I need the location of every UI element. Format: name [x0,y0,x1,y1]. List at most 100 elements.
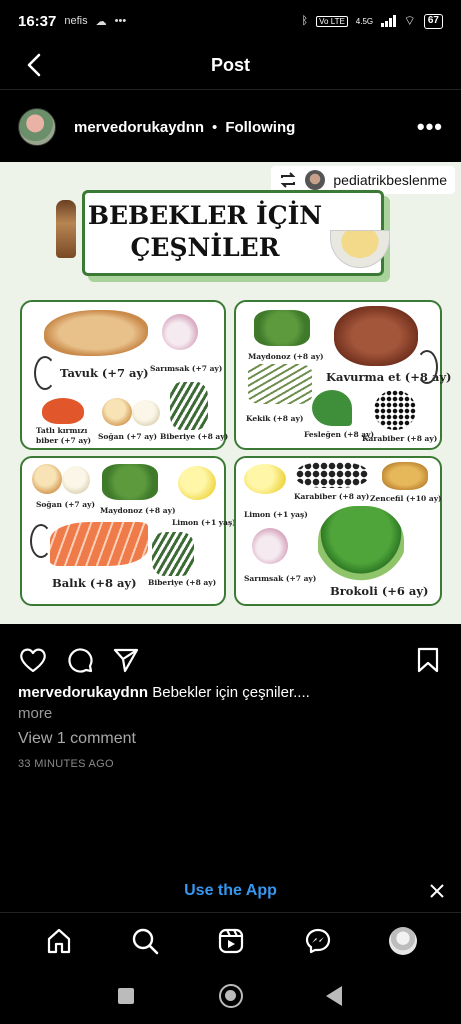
peppercorns-illustration [296,462,368,488]
post-author-row: mervedorukaydnn • Following ••• [0,92,461,162]
onion-illustration [32,464,62,494]
panel1-main-label: Tavuk (+7 ay) [60,366,149,380]
network-type: 4.5G [355,16,374,26]
recent-apps-icon[interactable] [118,988,134,1004]
use-app-link[interactable]: Use the App [184,882,277,900]
panel-fish: Soğan (+7 ay) Maydonoz (+8 ay) Limon (+1… [20,456,236,606]
broccoli-illustration [318,506,404,584]
caption-text: Bebekler için çeşniler.... [152,684,310,701]
panel3-item-parsley: Maydonoz (+8 ay) [100,506,176,515]
messenger-icon[interactable] [304,927,332,955]
curved-arrow-icon [416,350,438,384]
panel-meat: Maydonoz (+8 ay) Kavurma et (+8 ay) Keki… [234,300,451,450]
view-comments-link[interactable]: View 1 comment [18,730,136,748]
panel2-item-thyme: Kekik (+8 ay) [246,414,304,423]
overflow-dots-icon: ••• [114,15,127,27]
volte-badge: Vo LTE [316,15,348,27]
panel4-item-black-pepper: Karabiber (+8 ay) [294,492,370,501]
panel4-item-lemon: Limon (+1 yaş) [244,510,308,519]
profile-avatar-tab[interactable] [389,927,417,955]
lemon-illustration [244,464,286,494]
panel2-item-black-pepper: Karabiber (+8 ay) [362,434,438,443]
like-heart-icon[interactable] [18,646,48,674]
garlic-illustration [162,314,198,350]
panel4-item-garlic: Sarımsak (+7 ay) [244,574,317,583]
curved-arrow-icon [34,356,56,390]
battery-icon: 67 [423,13,443,29]
nefis-app-icon: nefis [64,15,88,27]
panel3-item-rosemary: Biberiye (+8 ay) [148,578,217,587]
basil-illustration [312,390,352,426]
share-paper-plane-icon[interactable] [112,646,140,674]
panel1-item-red-pepper-1: Tatlı kırmızı [36,426,88,435]
author-avatar[interactable] [18,108,56,146]
system-icons: ᛒ Vo LTE 4.5G ⌔ 67 [302,13,443,29]
panel-chicken: Tavuk (+7 ay) Sarımsak (+7 ay) Tatlı kır… [20,300,229,450]
infographic-title-line2: ÇEŞNİLER [130,233,280,262]
panel3-item-lemon: Limon (+1 yaş) [172,518,236,527]
panel4-main-label: Brokoli (+6 ay) [330,584,429,598]
thyme-illustration [248,364,312,404]
wifi-icon: ⌔ [403,13,416,28]
lemon-illustration [178,466,216,500]
source-avatar [305,170,326,190]
bottom-tab-bar [0,912,461,968]
ginger-illustration [382,462,428,490]
parsley-illustration [102,464,158,500]
panel1-item-red-pepper-2: biber (+7 ay) [36,436,92,445]
meat-illustration [334,306,418,366]
cloud-icon: ☁ [95,15,107,28]
parsley-illustration [254,310,310,346]
rosemary-illustration [152,532,194,576]
white-onion-illustration [62,466,90,494]
chicken-illustration [44,310,148,356]
back-arrow-icon[interactable] [22,52,48,78]
caption-username[interactable]: mervedorukaydnn [18,684,148,701]
panel4-item-ginger: Zencefil (+10 ay) [370,494,442,503]
back-triangle-icon[interactable] [326,986,342,1006]
panel3-item-onion: Soğan (+7 ay) [36,500,96,509]
post-image[interactable]: pediatrikbeslenme BEBEKLER İÇİN ÇEŞNİLER… [0,162,461,624]
home-circle-icon[interactable] [219,984,243,1008]
close-icon[interactable] [427,881,447,901]
panel1-item-onion: Soğan (+7 ay) [98,432,158,441]
salmon-illustration [50,522,148,566]
reels-icon[interactable] [217,927,245,955]
source-account-name: pediatrikbeslenme [333,172,447,188]
page-title: Post [210,55,250,75]
status-time: 16:37 [18,12,57,30]
panel2-item-parsley: Maydonoz (+8 ay) [248,352,324,361]
white-onion-illustration [132,400,160,426]
separator-dot: • [212,118,218,136]
comment-bubble-icon[interactable] [66,646,94,674]
use-app-banner: Use the App [0,872,461,910]
panel3-main-label: Balık (+8 ay) [52,576,137,590]
garlic-illustration [252,528,288,564]
signal-icon [381,15,396,27]
black-pepper-illustration [374,390,416,430]
notification-icons: nefis ☁ ••• [64,15,126,28]
caption-more-link[interactable]: more [18,705,52,722]
red-pepper-illustration [42,398,84,424]
author-username[interactable]: mervedorukaydnn [74,119,204,136]
post-timestamp: 33 MINUTES AGO [18,758,114,770]
search-icon[interactable] [131,927,159,955]
more-options-icon[interactable]: ••• [417,114,443,140]
post-caption: mervedorukaydnn Bebekler için çeşniler..… [18,684,310,701]
post-header: Post [0,42,461,90]
onion-illustration [102,398,132,426]
panel1-item-rosemary: Biberiye (+8 ay) [160,432,229,441]
infographic-title-line1: BEBEKLER İÇİN [87,201,323,230]
post-actions [0,638,461,682]
home-icon[interactable] [45,927,73,955]
pepper-mill-icon [56,200,76,258]
rosemary-illustration [170,382,208,430]
repost-icon [280,172,296,188]
following-button[interactable]: Following [225,119,295,136]
status-bar: 16:37 nefis ☁ ••• ᛒ Vo LTE 4.5G ⌔ 67 [0,0,461,42]
bluetooth-icon: ᛒ [301,15,309,27]
system-navigation-bar [0,968,461,1024]
panel-broccoli: Karabiber (+8 ay) Zencefil (+10 ay) Limo… [234,456,442,606]
curved-arrow-icon [30,524,52,558]
save-bookmark-icon[interactable] [416,646,440,674]
